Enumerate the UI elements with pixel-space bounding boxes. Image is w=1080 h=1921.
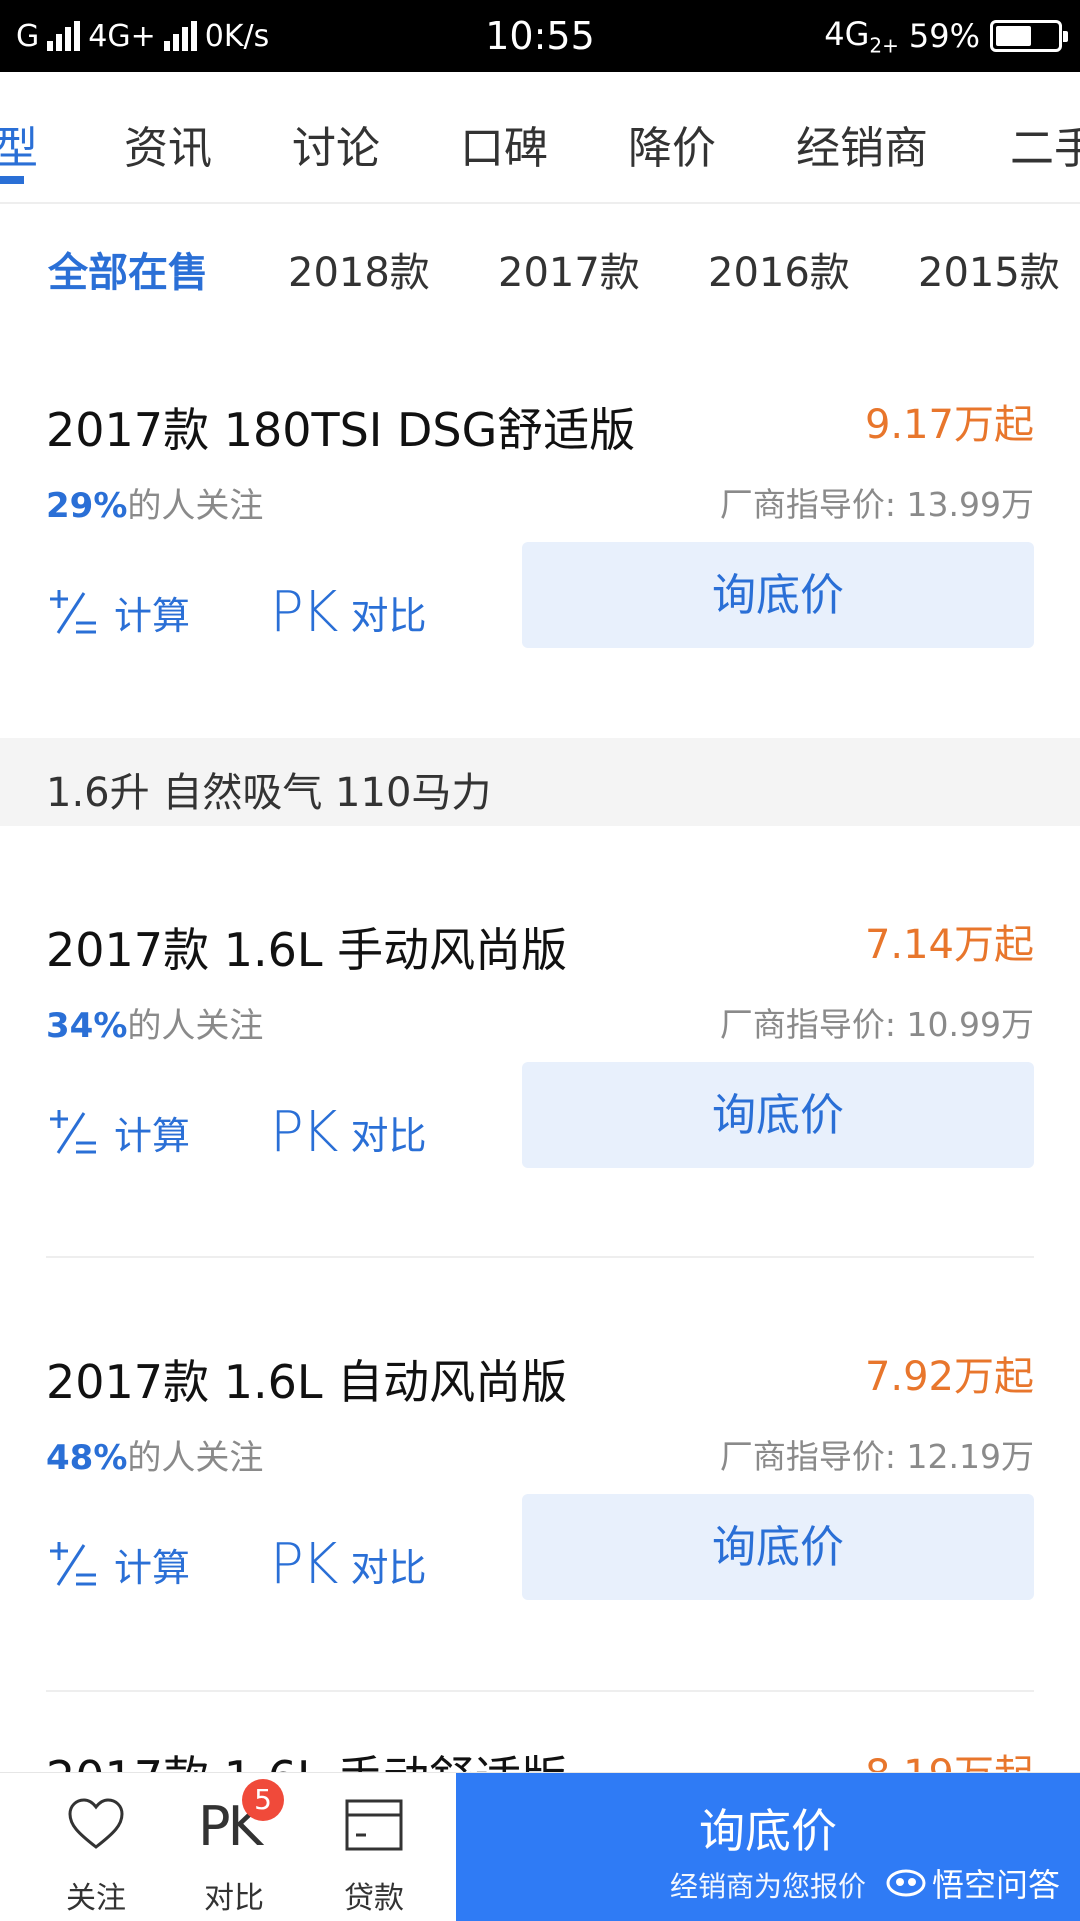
compare-label: 对比	[204, 1881, 264, 1916]
year-all-on-sale[interactable]: 全部在售	[48, 240, 208, 298]
pk-icon: PK	[270, 579, 338, 645]
guide-price: 厂商指导价: 13.99万	[719, 485, 1034, 524]
ask-price-button[interactable]: 询底价	[522, 542, 1034, 648]
calculate-label: 计算	[114, 1113, 191, 1158]
tab-news[interactable]: 资讯	[124, 112, 212, 176]
tab-dealers[interactable]: 经销商	[796, 112, 928, 176]
compare-button[interactable]: PK 对比	[270, 1524, 427, 1604]
calculate-label: 计算	[114, 1545, 191, 1590]
year-2015[interactable]: 2015款	[918, 240, 1060, 298]
car-name: 2017款 1.6L 手动风尚版	[46, 923, 568, 977]
card-icon	[345, 1799, 403, 1851]
car-price: 7.92万起	[864, 1354, 1034, 1400]
tab-discussion[interactable]: 讨论	[292, 112, 380, 176]
watermark: 悟空问答	[886, 1860, 1060, 1906]
ask-price-button[interactable]: 询底价	[522, 1062, 1034, 1168]
tab-models[interactable]: 型	[0, 112, 38, 176]
ask-price-button[interactable]: 询底价	[522, 1494, 1034, 1600]
calculator-icon	[50, 1110, 96, 1154]
car-name: 2017款 180TSI DSG舒适版	[46, 403, 636, 457]
battery-icon	[990, 20, 1068, 52]
loan-label: 贷款	[344, 1881, 404, 1916]
status-right: 4G2+ 59%	[824, 0, 1068, 72]
compare-tab-button[interactable]: PK 5 对比	[174, 1773, 294, 1921]
engine-group-header: 1.6升 自然吸气 110马力	[0, 738, 1080, 826]
active-tab-indicator	[0, 176, 24, 184]
row-divider	[46, 1690, 1034, 1692]
calculate-button[interactable]: 计算	[46, 1092, 190, 1172]
status-bar: G 4G+ 0K/s 10:55 4G2+ 59%	[0, 0, 1080, 72]
tab-price-cuts[interactable]: 降价	[628, 112, 716, 176]
year-filter: 全部在售 2018款 2017款 2016款 2015款	[0, 204, 1080, 324]
cta-title: 询底价	[699, 1805, 837, 1857]
follow-rate: 48%的人关注	[46, 1438, 264, 1478]
follow-rate: 29%的人关注	[46, 486, 264, 526]
pk-icon: PK	[270, 1099, 338, 1165]
battery-percent: 59%	[908, 17, 980, 55]
calculate-button[interactable]: 计算	[46, 1524, 190, 1604]
main-tabs: 型 资讯 讨论 口碑 降价 经销商 二手	[0, 72, 1080, 204]
compare-label: 对比	[350, 593, 427, 638]
compare-count-badge: 5	[242, 1779, 284, 1821]
calculator-icon	[50, 1542, 96, 1586]
car-item[interactable]: 2017款 1.6L 自动风尚版 7.92万起 48%的人关注 厂商指导价: 1…	[0, 1306, 1080, 1686]
follow-button[interactable]: 关注	[36, 1773, 156, 1921]
loan-button[interactable]: 贷款	[314, 1773, 434, 1921]
eye-logo-icon	[886, 1869, 926, 1897]
year-2016[interactable]: 2016款	[708, 240, 850, 298]
guide-price: 厂商指导价: 12.19万	[719, 1437, 1034, 1476]
car-name: 2017款 1.6L 自动风尚版	[46, 1355, 568, 1409]
watermark-text: 悟空问答	[931, 1866, 1060, 1904]
car-item[interactable]: 2017款 1.6L 手动风尚版 7.14万起 34%的人关注 厂商指导价: 1…	[0, 874, 1080, 1254]
compare-button[interactable]: PK 对比	[270, 1092, 427, 1172]
calculate-button[interactable]: 计算	[46, 572, 190, 652]
compare-label: 对比	[350, 1113, 427, 1158]
follow-label: 关注	[66, 1881, 126, 1916]
car-price: 9.17万起	[864, 402, 1034, 448]
heart-icon	[68, 1798, 124, 1849]
car-price: 7.14万起	[864, 922, 1034, 968]
year-2017[interactable]: 2017款	[498, 240, 640, 298]
compare-button[interactable]: PK 对比	[270, 572, 427, 652]
group-title: 1.6升 自然吸气 110马力	[46, 770, 492, 816]
network-right-label: 4G2+	[824, 14, 899, 58]
pk-icon: PK	[270, 1531, 338, 1597]
tab-reviews[interactable]: 口碑	[460, 112, 548, 176]
compare-label: 对比	[350, 1545, 427, 1590]
guide-price: 厂商指导价: 10.99万	[719, 1005, 1034, 1044]
year-2018[interactable]: 2018款	[288, 240, 430, 298]
row-divider	[46, 1256, 1034, 1258]
follow-rate: 34%的人关注	[46, 1006, 264, 1046]
car-item[interactable]: 2017款 180TSI DSG舒适版 9.17万起 29%的人关注 厂商指导价…	[0, 354, 1080, 734]
calculator-icon	[50, 590, 96, 634]
calculate-label: 计算	[114, 593, 191, 638]
tab-used[interactable]: 二手	[1010, 112, 1080, 176]
